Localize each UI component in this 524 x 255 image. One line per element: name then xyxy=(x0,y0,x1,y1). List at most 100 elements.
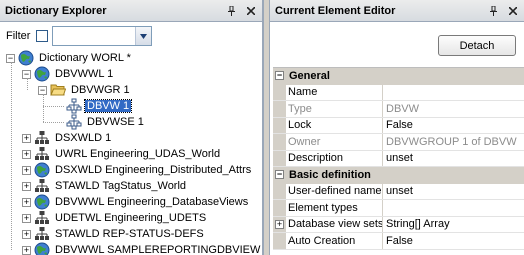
property-category[interactable]: − Basic definition xyxy=(273,167,524,184)
folder-open-icon xyxy=(50,82,67,98)
editor-toolbar: Detach xyxy=(270,23,524,63)
property-value[interactable]: False xyxy=(383,233,524,249)
collapse-icon[interactable]: − xyxy=(275,170,284,180)
tree-node[interactable]: − DBVWGR 1 xyxy=(38,82,132,98)
property-gutter: + xyxy=(273,216,286,232)
tree-guide-line xyxy=(43,106,64,107)
property-name: Description xyxy=(286,150,383,166)
property-gutter xyxy=(273,101,286,117)
tree-node-label[interactable]: DBVW 1 xyxy=(83,99,133,113)
tree-node-label[interactable]: DBVWWL SAMPLEREPORTINGDBVIEW xyxy=(53,244,262,255)
property-value[interactable] xyxy=(383,85,524,101)
hierarchy-icon xyxy=(34,146,50,162)
property-name: Auto Creation xyxy=(286,233,383,249)
property-row[interactable]: Auto Creation False xyxy=(273,233,524,250)
property-gutter xyxy=(273,84,286,100)
tree-node[interactable]: + STAWLD TagStatus_World xyxy=(22,178,188,194)
current-element-editor-panel: Current Element Editor Detach − General Na… xyxy=(270,0,524,255)
expand-icon[interactable]: + xyxy=(22,229,31,239)
pin-icon[interactable] xyxy=(486,3,501,18)
tree-node[interactable]: + DSXWLD Engineering_Distributed_Attrs xyxy=(22,162,253,178)
property-gutter xyxy=(273,183,286,199)
tree-node-label[interactable]: DBVWWL Engineering_DatabaseViews xyxy=(53,196,250,208)
property-row[interactable]: Lock False xyxy=(273,117,524,134)
pin-icon[interactable] xyxy=(224,3,239,18)
expand-icon[interactable]: + xyxy=(22,245,31,255)
filter-combobox[interactable] xyxy=(52,26,153,46)
tree-node-label[interactable]: DBVWWL 1 xyxy=(53,68,115,80)
tree-node[interactable]: − DBVWWL 1 xyxy=(22,66,115,82)
tree-node-label[interactable]: STAWLD REP-STATUS-DEFS xyxy=(53,228,206,240)
property-category[interactable]: − General xyxy=(273,68,524,85)
property-row[interactable]: Name xyxy=(273,84,524,101)
tree-node[interactable]: + STAWLD REP-STATUS-DEFS xyxy=(22,226,206,242)
tree-node-label[interactable]: DSXWLD Engineering_Distributed_Attrs xyxy=(53,164,253,176)
tree-node-label[interactable]: UWRL Engineering_UDAS_World xyxy=(53,148,222,160)
property-gutter xyxy=(273,117,286,133)
hierarchy-icon xyxy=(34,226,50,242)
element-editor-header: Current Element Editor xyxy=(270,0,524,22)
tree-node[interactable]: + UWRL Engineering_UDAS_World xyxy=(22,146,222,162)
property-row[interactable]: + Database view sets String[] Array xyxy=(273,216,524,233)
dictionary-explorer-panel: Dictionary Explorer Filter − Dictionary W… xyxy=(0,0,263,255)
db-view-icon xyxy=(66,98,82,114)
chevron-down-icon[interactable] xyxy=(135,27,152,45)
property-grid[interactable]: − General Name Type DBVW Lock False Owner DBVWGR… xyxy=(273,67,524,250)
property-value[interactable]: String[] Array xyxy=(383,217,524,233)
tree-node[interactable]: DBVWSE 1 xyxy=(54,114,146,130)
detach-button[interactable]: Detach xyxy=(438,35,516,56)
property-row[interactable]: User-defined name unset xyxy=(273,183,524,200)
tree-node[interactable]: + DSXWLD 1 xyxy=(22,130,113,146)
property-name: Name xyxy=(286,84,383,100)
tree-node[interactable]: + DBVWWL Engineering_DatabaseViews xyxy=(22,194,250,210)
property-name: Element types xyxy=(286,200,383,216)
tree-guide-line xyxy=(11,62,12,250)
tree-node-label[interactable]: DBVWGR 1 xyxy=(69,84,132,96)
property-value[interactable]: False xyxy=(383,118,524,134)
tree-node-label[interactable]: DSXWLD 1 xyxy=(53,132,113,144)
tree-guide-line xyxy=(43,122,64,123)
property-name: Type xyxy=(286,101,383,117)
expand-icon[interactable]: + xyxy=(22,181,31,191)
property-row[interactable]: Description unset xyxy=(273,150,524,167)
tree-node[interactable]: + DBVWWL SAMPLEREPORTINGDBVIEW xyxy=(22,242,262,255)
globe-icon xyxy=(34,194,50,210)
globe-icon xyxy=(34,242,50,255)
db-view-icon xyxy=(66,114,82,130)
tree-node-label[interactable]: DBVWSE 1 xyxy=(85,116,146,128)
property-value[interactable]: unset xyxy=(383,151,524,167)
property-gutter xyxy=(273,134,286,150)
collapse-icon[interactable]: − xyxy=(275,71,284,81)
property-gutter xyxy=(273,200,286,216)
property-row[interactable]: Owner DBVWGROUP 1 of DBVW xyxy=(273,134,524,151)
category-label: Basic definition xyxy=(289,168,371,181)
tree-node-label[interactable]: STAWLD TagStatus_World xyxy=(53,180,188,192)
expand-icon[interactable]: + xyxy=(275,219,284,229)
expand-icon[interactable]: + xyxy=(22,165,31,175)
expand-icon[interactable]: + xyxy=(22,149,31,159)
tree-node-label[interactable]: Dictionary WORL * xyxy=(37,52,133,64)
tree-node[interactable]: DBVW 1 xyxy=(54,98,133,114)
filter-checkbox[interactable] xyxy=(36,30,49,42)
category-gutter: − xyxy=(273,167,286,183)
hierarchy-icon xyxy=(34,210,50,226)
tree-node-label[interactable]: UDETWL Engineering_UDETS xyxy=(53,212,208,224)
tree-guide-line xyxy=(27,78,28,90)
property-value[interactable]: unset xyxy=(383,184,524,200)
property-value[interactable] xyxy=(383,200,524,216)
expand-icon[interactable]: + xyxy=(22,133,31,143)
tree-node[interactable]: − Dictionary WORL * xyxy=(6,50,133,66)
dictionary-explorer-header: Dictionary Explorer xyxy=(0,0,262,22)
property-value: DBVW xyxy=(386,102,419,115)
expand-icon[interactable]: + xyxy=(22,197,31,207)
property-row[interactable]: Type DBVW xyxy=(273,101,524,118)
expand-icon[interactable]: + xyxy=(22,213,31,223)
property-name: Lock xyxy=(286,117,383,133)
close-icon[interactable] xyxy=(243,3,258,18)
tree-node[interactable]: + UDETWL Engineering_UDETS xyxy=(22,210,208,226)
pane-splitter[interactable] xyxy=(263,0,270,255)
close-icon[interactable] xyxy=(505,3,520,18)
filter-row: Filter xyxy=(0,24,262,48)
globe-icon xyxy=(18,50,34,66)
property-row[interactable]: Element types xyxy=(273,200,524,217)
